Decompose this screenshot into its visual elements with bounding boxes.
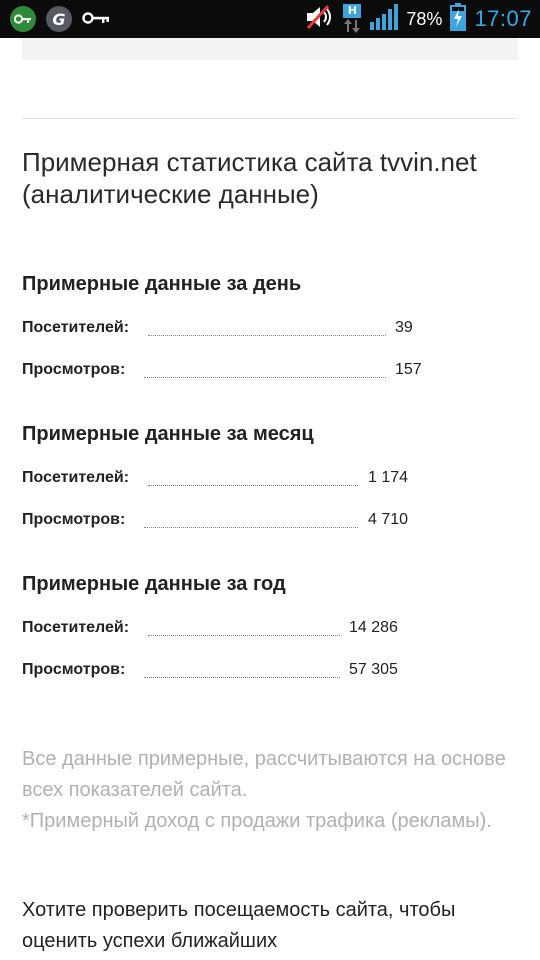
- stat-label: Посетителей:: [22, 466, 132, 490]
- signal-icon: [370, 4, 399, 34]
- clock: 17:07: [474, 6, 532, 31]
- stat-row-views: Просмотров: 57 305: [22, 658, 518, 700]
- cta-text: Хотите проверить посещаемость сайта, что…: [22, 899, 456, 952]
- system-icons: H 78% 17:07: [304, 3, 532, 35]
- stat-value: 157: [395, 361, 422, 378]
- section-year: Примерные данные за год Посетителей: 14 …: [22, 569, 518, 700]
- top-grey-strip: [22, 38, 518, 60]
- key-icon: [82, 10, 110, 29]
- notification-icons: G: [10, 5, 110, 33]
- stat-row-visitors: Посетителей: 39: [22, 316, 518, 358]
- divider: [22, 118, 518, 119]
- stat-value: 39: [395, 319, 413, 336]
- section-heading: Примерные данные за день: [22, 273, 302, 295]
- stat-label: Просмотров:: [22, 358, 128, 382]
- dotted-leader: [144, 377, 386, 378]
- status-bar: G H 78% 17:07: [0, 0, 540, 38]
- stat-row-views: Просмотров: 157: [22, 358, 518, 400]
- stat-value: 14 286: [349, 619, 398, 636]
- stat-row-visitors: Посетителей: 14 286: [22, 616, 518, 658]
- stat-value: 57 305: [349, 661, 398, 678]
- stat-label: Посетителей:: [22, 616, 132, 640]
- stat-label: Просмотров:: [22, 658, 128, 682]
- stat-value: 1 174: [368, 469, 409, 486]
- note-line: Все данные примерные, рассчитываются на …: [22, 748, 506, 801]
- g-app-icon: G: [46, 6, 72, 32]
- dotted-leader: [148, 635, 340, 636]
- section-day: Примерные данные за день Посетителей: 39…: [22, 269, 518, 400]
- section-heading: Примерные данные за год: [22, 573, 286, 595]
- section-month: Примерные данные за месяц Посетителей: 1…: [22, 419, 518, 550]
- battery-charging-icon: [450, 3, 467, 35]
- page-title: Примерная статистика сайта tvvin.net (ан…: [22, 147, 477, 209]
- stat-row-visitors: Посетителей: 1 174: [22, 466, 518, 508]
- note-line: *Примерный доход с продажи трафика (рекл…: [22, 810, 492, 832]
- network-h-icon: H: [342, 4, 362, 34]
- mute-icon: [304, 4, 334, 34]
- dotted-leader: [144, 527, 358, 528]
- disclaimer-note: Все данные примерные, рассчитываются на …: [22, 744, 522, 837]
- key-app-icon: [10, 6, 36, 32]
- battery-percent: 78%: [406, 8, 443, 29]
- section-heading: Примерные данные за месяц: [22, 423, 314, 445]
- dotted-leader: [148, 485, 358, 486]
- dotted-leader: [144, 677, 340, 678]
- dotted-leader: [148, 335, 386, 336]
- stat-label: Посетителей:: [22, 316, 132, 340]
- stat-label: Просмотров:: [22, 508, 128, 532]
- stat-value: 4 710: [368, 511, 409, 528]
- stat-row-views: Просмотров: 4 710: [22, 508, 518, 550]
